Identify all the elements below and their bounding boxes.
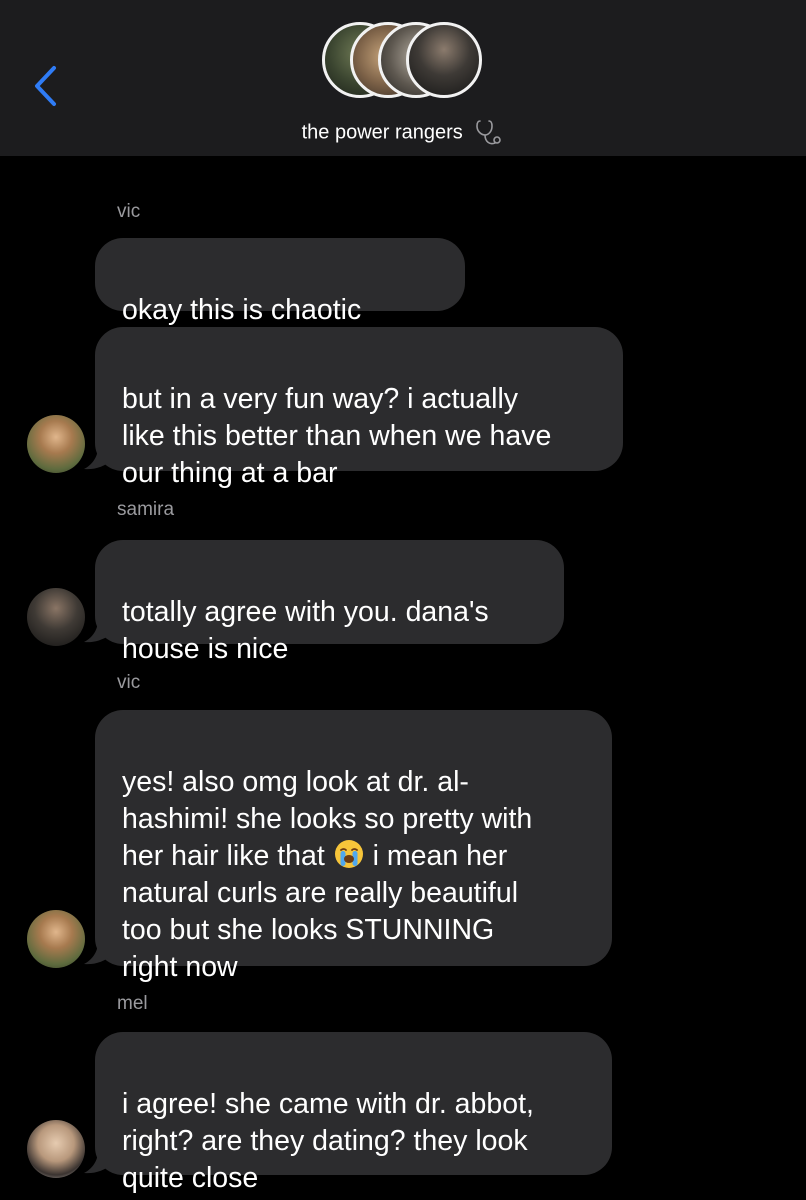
message-bubble[interactable]: totally agree with you. dana's house is …	[95, 540, 564, 665]
group-avatar-stack[interactable]	[322, 22, 486, 104]
message-bubble[interactable]: but in a very fun way? i actually like t…	[95, 327, 623, 489]
chevron-left-icon	[35, 66, 56, 106]
bubble-tail	[84, 942, 114, 965]
sender-name: samira	[117, 499, 175, 520]
avatar-vic[interactable]	[27, 910, 85, 968]
conversation-header: the power rangers	[0, 0, 806, 156]
message-text: i agree! she came with dr. abbot, right?…	[122, 1088, 534, 1194]
message-text: okay this is chaotic	[122, 294, 362, 326]
group-name: the power rangers	[301, 121, 463, 144]
sender-name: mel	[117, 993, 148, 1014]
message-bubble[interactable]: i agree! she came with dr. abbot, right?…	[95, 1032, 612, 1194]
sender-name: vic	[117, 672, 141, 693]
avatar-vic[interactable]	[27, 415, 85, 473]
bubble-tail	[84, 1151, 114, 1174]
bubble-tail	[84, 447, 114, 470]
avatar-mel[interactable]	[27, 1120, 85, 1178]
message-text: totally agree with you. dana's house is …	[122, 596, 489, 665]
message-text: but in a very fun way? i actually like t…	[122, 383, 552, 489]
avatar-samira[interactable]	[27, 588, 85, 646]
message-bubble[interactable]: yes! also omg look at dr. al- hashimi! s…	[95, 710, 612, 983]
loudly-crying-face-icon	[334, 840, 363, 868]
message-bubble[interactable]: okay this is chaotic	[95, 238, 465, 359]
sender-name: vic	[117, 201, 141, 222]
group-member-avatar	[406, 22, 482, 98]
stethoscope-icon	[476, 120, 502, 145]
bubble-tail	[84, 620, 114, 643]
conversation-title[interactable]: the power rangers	[0, 118, 806, 148]
back-button[interactable]	[26, 60, 70, 112]
